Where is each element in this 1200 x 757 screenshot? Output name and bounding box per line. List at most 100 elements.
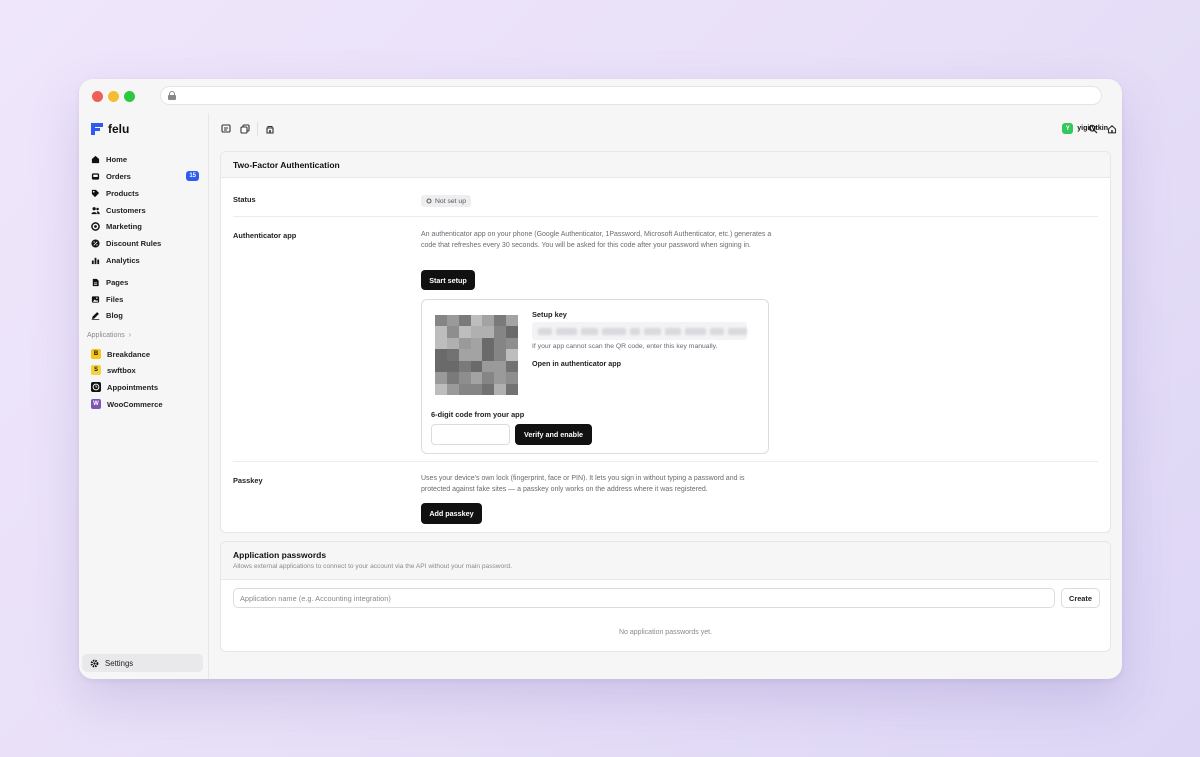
users-icon bbox=[91, 206, 100, 214]
sidebar-item-swftbox[interactable]: S swftbox bbox=[91, 362, 199, 378]
sidebar-item-breakdance[interactable]: B Breakdance bbox=[91, 346, 199, 362]
maximize-window-button[interactable] bbox=[124, 91, 135, 102]
qr-cell bbox=[470, 337, 483, 350]
sidebar-item-label: WooCommerce bbox=[107, 399, 163, 409]
qr-cell bbox=[506, 337, 518, 350]
qr-cell bbox=[446, 372, 459, 384]
start-setup-button[interactable]: Start setup bbox=[421, 270, 475, 290]
qr-cell bbox=[435, 383, 447, 395]
qr-cell bbox=[458, 337, 471, 350]
pen-icon bbox=[91, 311, 100, 320]
sidebar-item-appointments[interactable]: Appointments bbox=[91, 379, 199, 395]
status-badge: Not set up bbox=[421, 195, 471, 207]
sidebar-item-label: swftbox bbox=[107, 365, 136, 375]
qr-cell bbox=[458, 315, 471, 327]
tag-icon bbox=[91, 189, 100, 197]
passkey-description: Uses your device's own lock (fingerprint… bbox=[421, 475, 745, 493]
qr-cell bbox=[458, 349, 471, 361]
sidebar-item-blog[interactable]: Blog bbox=[91, 307, 199, 323]
copy-icon[interactable] bbox=[240, 124, 250, 134]
row-divider bbox=[233, 461, 1098, 462]
applications-label: Applications bbox=[87, 332, 125, 339]
qr-cell bbox=[482, 326, 495, 338]
qr-cell bbox=[494, 349, 507, 361]
qr-code bbox=[435, 315, 518, 395]
open-in-authenticator-link[interactable]: Open in authenticator app bbox=[532, 359, 621, 368]
brand-name: felu bbox=[108, 122, 130, 136]
application-name-input[interactable]: Application name (e.g. Accounting integr… bbox=[233, 588, 1055, 608]
comment-icon[interactable] bbox=[221, 124, 231, 134]
woocommerce-icon: W bbox=[91, 399, 101, 409]
qr-cell bbox=[470, 383, 483, 395]
sidebar-item-woocommerce[interactable]: W WooCommerce bbox=[91, 396, 199, 412]
qr-cell bbox=[482, 315, 495, 327]
sidebar-item-customers[interactable]: Customers bbox=[91, 202, 199, 218]
home-icon bbox=[91, 155, 100, 163]
verification-code-input[interactable] bbox=[431, 424, 510, 445]
qr-cell bbox=[482, 383, 495, 395]
close-window-button[interactable] bbox=[92, 91, 103, 102]
sidebar-item-label: Analytics bbox=[106, 255, 140, 265]
card-title: Application passwords bbox=[233, 550, 327, 560]
qr-cell bbox=[494, 372, 507, 384]
toolbar-divider bbox=[257, 122, 258, 136]
status-value: Not set up bbox=[435, 197, 466, 205]
page-icon bbox=[92, 278, 99, 286]
setup-key-label: Setup key bbox=[532, 310, 567, 319]
sidebar-item-label: Home bbox=[106, 154, 128, 164]
qr-cell bbox=[446, 337, 459, 350]
sidebar-item-analytics[interactable]: Analytics bbox=[91, 252, 199, 268]
verify-and-enable-button[interactable]: Verify and enable bbox=[515, 424, 592, 445]
sidebar-item-home[interactable]: Home bbox=[91, 151, 199, 167]
sidebar-item-label: Customers bbox=[106, 205, 146, 215]
qr-cell bbox=[482, 360, 495, 373]
qr-cell bbox=[435, 326, 447, 338]
create-button[interactable]: Create bbox=[1061, 588, 1100, 608]
sidebar-item-pages[interactable]: Pages bbox=[91, 274, 199, 290]
qr-cell bbox=[482, 349, 495, 361]
qr-cell bbox=[470, 360, 483, 373]
qr-cell bbox=[446, 326, 459, 338]
orders-count-badge: 15 bbox=[186, 171, 199, 181]
home-icon[interactable] bbox=[1107, 124, 1117, 134]
qr-cell bbox=[494, 360, 507, 373]
address-bar[interactable] bbox=[160, 86, 1102, 105]
title-bar bbox=[79, 79, 1122, 113]
chevron-right-icon: › bbox=[128, 332, 132, 339]
sidebar-item-discount-rules[interactable]: Discount Rules bbox=[91, 235, 199, 251]
qr-cell bbox=[494, 326, 507, 338]
minimize-window-button[interactable] bbox=[108, 91, 119, 102]
qr-cell bbox=[494, 337, 507, 350]
qr-cell bbox=[470, 326, 483, 338]
qr-cell bbox=[435, 337, 447, 350]
gear-icon bbox=[90, 659, 99, 667]
qr-cell bbox=[446, 349, 459, 361]
sidebar-item-marketing[interactable]: Marketing bbox=[91, 218, 199, 234]
sidebar-item-label: Breakdance bbox=[107, 349, 151, 359]
sidebar-item-files[interactable]: Files bbox=[91, 291, 199, 307]
browser-window: felu Home Orders 15 Products Customers M… bbox=[79, 79, 1122, 679]
qr-cell bbox=[435, 349, 447, 361]
status-dot-icon bbox=[426, 198, 432, 204]
applications-section-header[interactable]: Applications › bbox=[87, 332, 131, 339]
passkey-label: Passkey bbox=[233, 476, 263, 485]
image-icon bbox=[91, 295, 100, 303]
card-subtitle: Allows external applications to connect … bbox=[233, 563, 512, 570]
breakdance-icon: B bbox=[91, 349, 101, 359]
add-passkey-button[interactable]: Add passkey bbox=[421, 503, 482, 524]
discount-icon bbox=[91, 238, 100, 248]
qr-cell bbox=[470, 315, 483, 327]
sidebar-item-products[interactable]: Products bbox=[91, 185, 199, 201]
settings-label: Settings bbox=[105, 658, 134, 668]
store-icon[interactable] bbox=[265, 124, 275, 134]
sidebar-item-orders[interactable]: Orders 15 bbox=[91, 168, 199, 184]
card-header: Application passwords Allows external ap… bbox=[221, 542, 1110, 580]
user-menu[interactable]: Y yigitytkin bbox=[1062, 123, 1108, 134]
sidebar-item-settings[interactable]: Settings bbox=[82, 654, 203, 672]
brand-logo[interactable]: felu bbox=[91, 122, 129, 136]
sidebar-item-label: Marketing bbox=[106, 221, 142, 231]
qr-cell bbox=[482, 372, 495, 384]
application-passwords-card: Application passwords Allows external ap… bbox=[220, 541, 1111, 652]
empty-state-text: No application passwords yet. bbox=[619, 629, 712, 636]
avatar: Y bbox=[1062, 123, 1074, 134]
